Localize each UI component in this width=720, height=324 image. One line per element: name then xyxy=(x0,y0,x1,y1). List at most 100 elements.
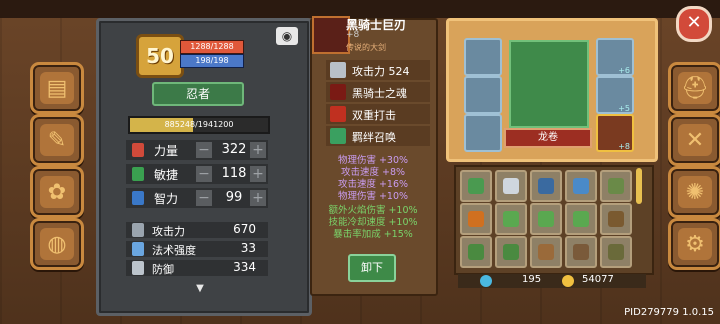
combat-value: 334 xyxy=(233,260,256,274)
inventory-slot[interactable] xyxy=(600,203,632,235)
inventory-slot[interactable] xyxy=(530,203,562,235)
item-icon xyxy=(503,211,519,227)
menu-equipment-button[interactable]: ⛑ xyxy=(668,62,720,114)
attr-label: 智力 xyxy=(154,192,179,206)
pet-name: 龙卷 xyxy=(504,128,592,148)
coin-icon xyxy=(562,275,574,287)
wand-icon xyxy=(132,242,144,256)
camera-icon[interactable]: ◉ xyxy=(276,27,298,45)
inventory-slot[interactable] xyxy=(565,236,597,268)
item-icon xyxy=(538,211,554,227)
item-icon xyxy=(608,178,624,194)
attr-value: 322 xyxy=(221,142,247,157)
item-plus: +8 xyxy=(346,30,360,40)
book-icon xyxy=(132,191,144,205)
menu-pet-button[interactable]: ✿ xyxy=(30,166,84,218)
ring-plus: +6 xyxy=(618,66,630,75)
inventory-slot[interactable] xyxy=(460,236,492,268)
summon-icon xyxy=(330,128,346,144)
inventory-slot[interactable] xyxy=(460,203,492,235)
sun-icon: ✺ xyxy=(678,176,712,208)
inventory-slot[interactable] xyxy=(530,236,562,268)
combat-label: 防御 xyxy=(152,263,174,276)
weapon-slot[interactable]: +8 xyxy=(596,114,634,152)
item-icon xyxy=(503,178,519,194)
menu-talent-button[interactable]: ✺ xyxy=(668,166,720,218)
boots-slot[interactable] xyxy=(464,114,502,152)
armor-slot[interactable]: +5 xyxy=(596,76,634,114)
decrease-intelligence-button[interactable]: − xyxy=(196,190,212,206)
hp-bar: 1288/1288 xyxy=(180,40,244,54)
menu-settings-button[interactable]: ⚙ xyxy=(668,218,720,270)
gear-icon: ⚙ xyxy=(678,228,712,260)
mp-bar: 198/198 xyxy=(180,54,244,68)
inventory-slot[interactable] xyxy=(495,203,527,235)
paw-icon: ✿ xyxy=(40,176,74,208)
item-icon xyxy=(538,244,554,260)
xp-bar: 885248/1941200 xyxy=(128,116,270,134)
item-icon xyxy=(608,244,624,260)
inventory-slot[interactable] xyxy=(565,203,597,235)
item-icon xyxy=(573,211,589,227)
unequip-button[interactable]: 卸下 xyxy=(348,254,396,282)
skill-row: 羁绊召唤 xyxy=(326,126,430,146)
helmet-icon: ⛑ xyxy=(678,72,712,104)
necklace-slot[interactable] xyxy=(464,38,502,76)
menu-forge-button[interactable]: ✕ xyxy=(668,114,720,166)
item-icon xyxy=(573,178,589,194)
class-button[interactable]: 忍者 xyxy=(152,82,244,106)
gem-count: 195 xyxy=(522,274,542,285)
item-icon xyxy=(608,211,624,227)
item-icon xyxy=(468,178,484,194)
inventory-scrollbar[interactable] xyxy=(636,168,642,204)
attr-row: 智力 − 99 + xyxy=(126,188,268,208)
inventory-slot[interactable] xyxy=(600,170,632,202)
combat-row: 防御 334 xyxy=(126,260,268,276)
armor-plus: +5 xyxy=(618,104,630,113)
wheel-icon: ◍ xyxy=(40,228,74,260)
character-portrait xyxy=(509,40,589,128)
ring-slot[interactable]: +6 xyxy=(596,38,634,76)
item-icon xyxy=(538,178,554,194)
decrease-strength-button[interactable]: − xyxy=(196,142,212,158)
skill-row: 双重打击 xyxy=(326,104,430,124)
attr-label: 力量 xyxy=(154,144,179,158)
item-attack-row: 攻击力 524 xyxy=(326,60,430,80)
attr-row: 力量 − 322 + xyxy=(126,140,268,160)
increase-intelligence-button[interactable]: + xyxy=(250,190,266,206)
attr-label: 敏捷 xyxy=(154,168,179,182)
item-icon xyxy=(468,244,484,260)
menu-mount-button[interactable]: ◍ xyxy=(30,218,84,270)
dark-soul-icon xyxy=(330,84,346,100)
inventory-slot[interactable] xyxy=(600,236,632,268)
inventory-slot[interactable] xyxy=(495,170,527,202)
belt-slot[interactable] xyxy=(464,76,502,114)
inventory-slot[interactable] xyxy=(460,170,492,202)
inventory-slot[interactable] xyxy=(565,170,597,202)
skill-label: 双重打击 xyxy=(352,109,396,122)
combat-value: 670 xyxy=(233,222,256,236)
inventory-slot[interactable] xyxy=(530,170,562,202)
skill-row: 黑骑士之魂 xyxy=(326,82,430,102)
shield-icon xyxy=(132,261,144,275)
decrease-agility-button[interactable]: − xyxy=(196,166,212,182)
close-icon[interactable]: ✕ xyxy=(676,6,712,42)
increase-strength-button[interactable]: + xyxy=(250,142,266,158)
bonus-line: 暴击率加成 +15% xyxy=(333,229,413,240)
skill-icon: ✎ xyxy=(40,124,74,156)
increase-agility-button[interactable]: + xyxy=(250,166,266,182)
gold-count: 54077 xyxy=(582,274,614,285)
inventory-slot[interactable] xyxy=(495,236,527,268)
menu-skills-button[interactable]: ✎ xyxy=(30,114,84,166)
attr-value: 99 xyxy=(225,190,243,205)
combat-label: 攻击力 xyxy=(152,225,185,238)
chevron-down-icon[interactable]: ▼ xyxy=(186,284,214,294)
combat-row: 攻击力 670 xyxy=(126,222,268,238)
menu-book-button[interactable]: ▤ xyxy=(30,62,84,114)
weapon-plus: +8 xyxy=(618,142,630,151)
item-icon xyxy=(503,244,519,260)
attr-row: 敏捷 − 118 + xyxy=(126,164,268,184)
double-strike-icon xyxy=(330,106,346,122)
item-attack: 攻击力 524 xyxy=(352,65,410,78)
sword-icon xyxy=(330,62,346,78)
